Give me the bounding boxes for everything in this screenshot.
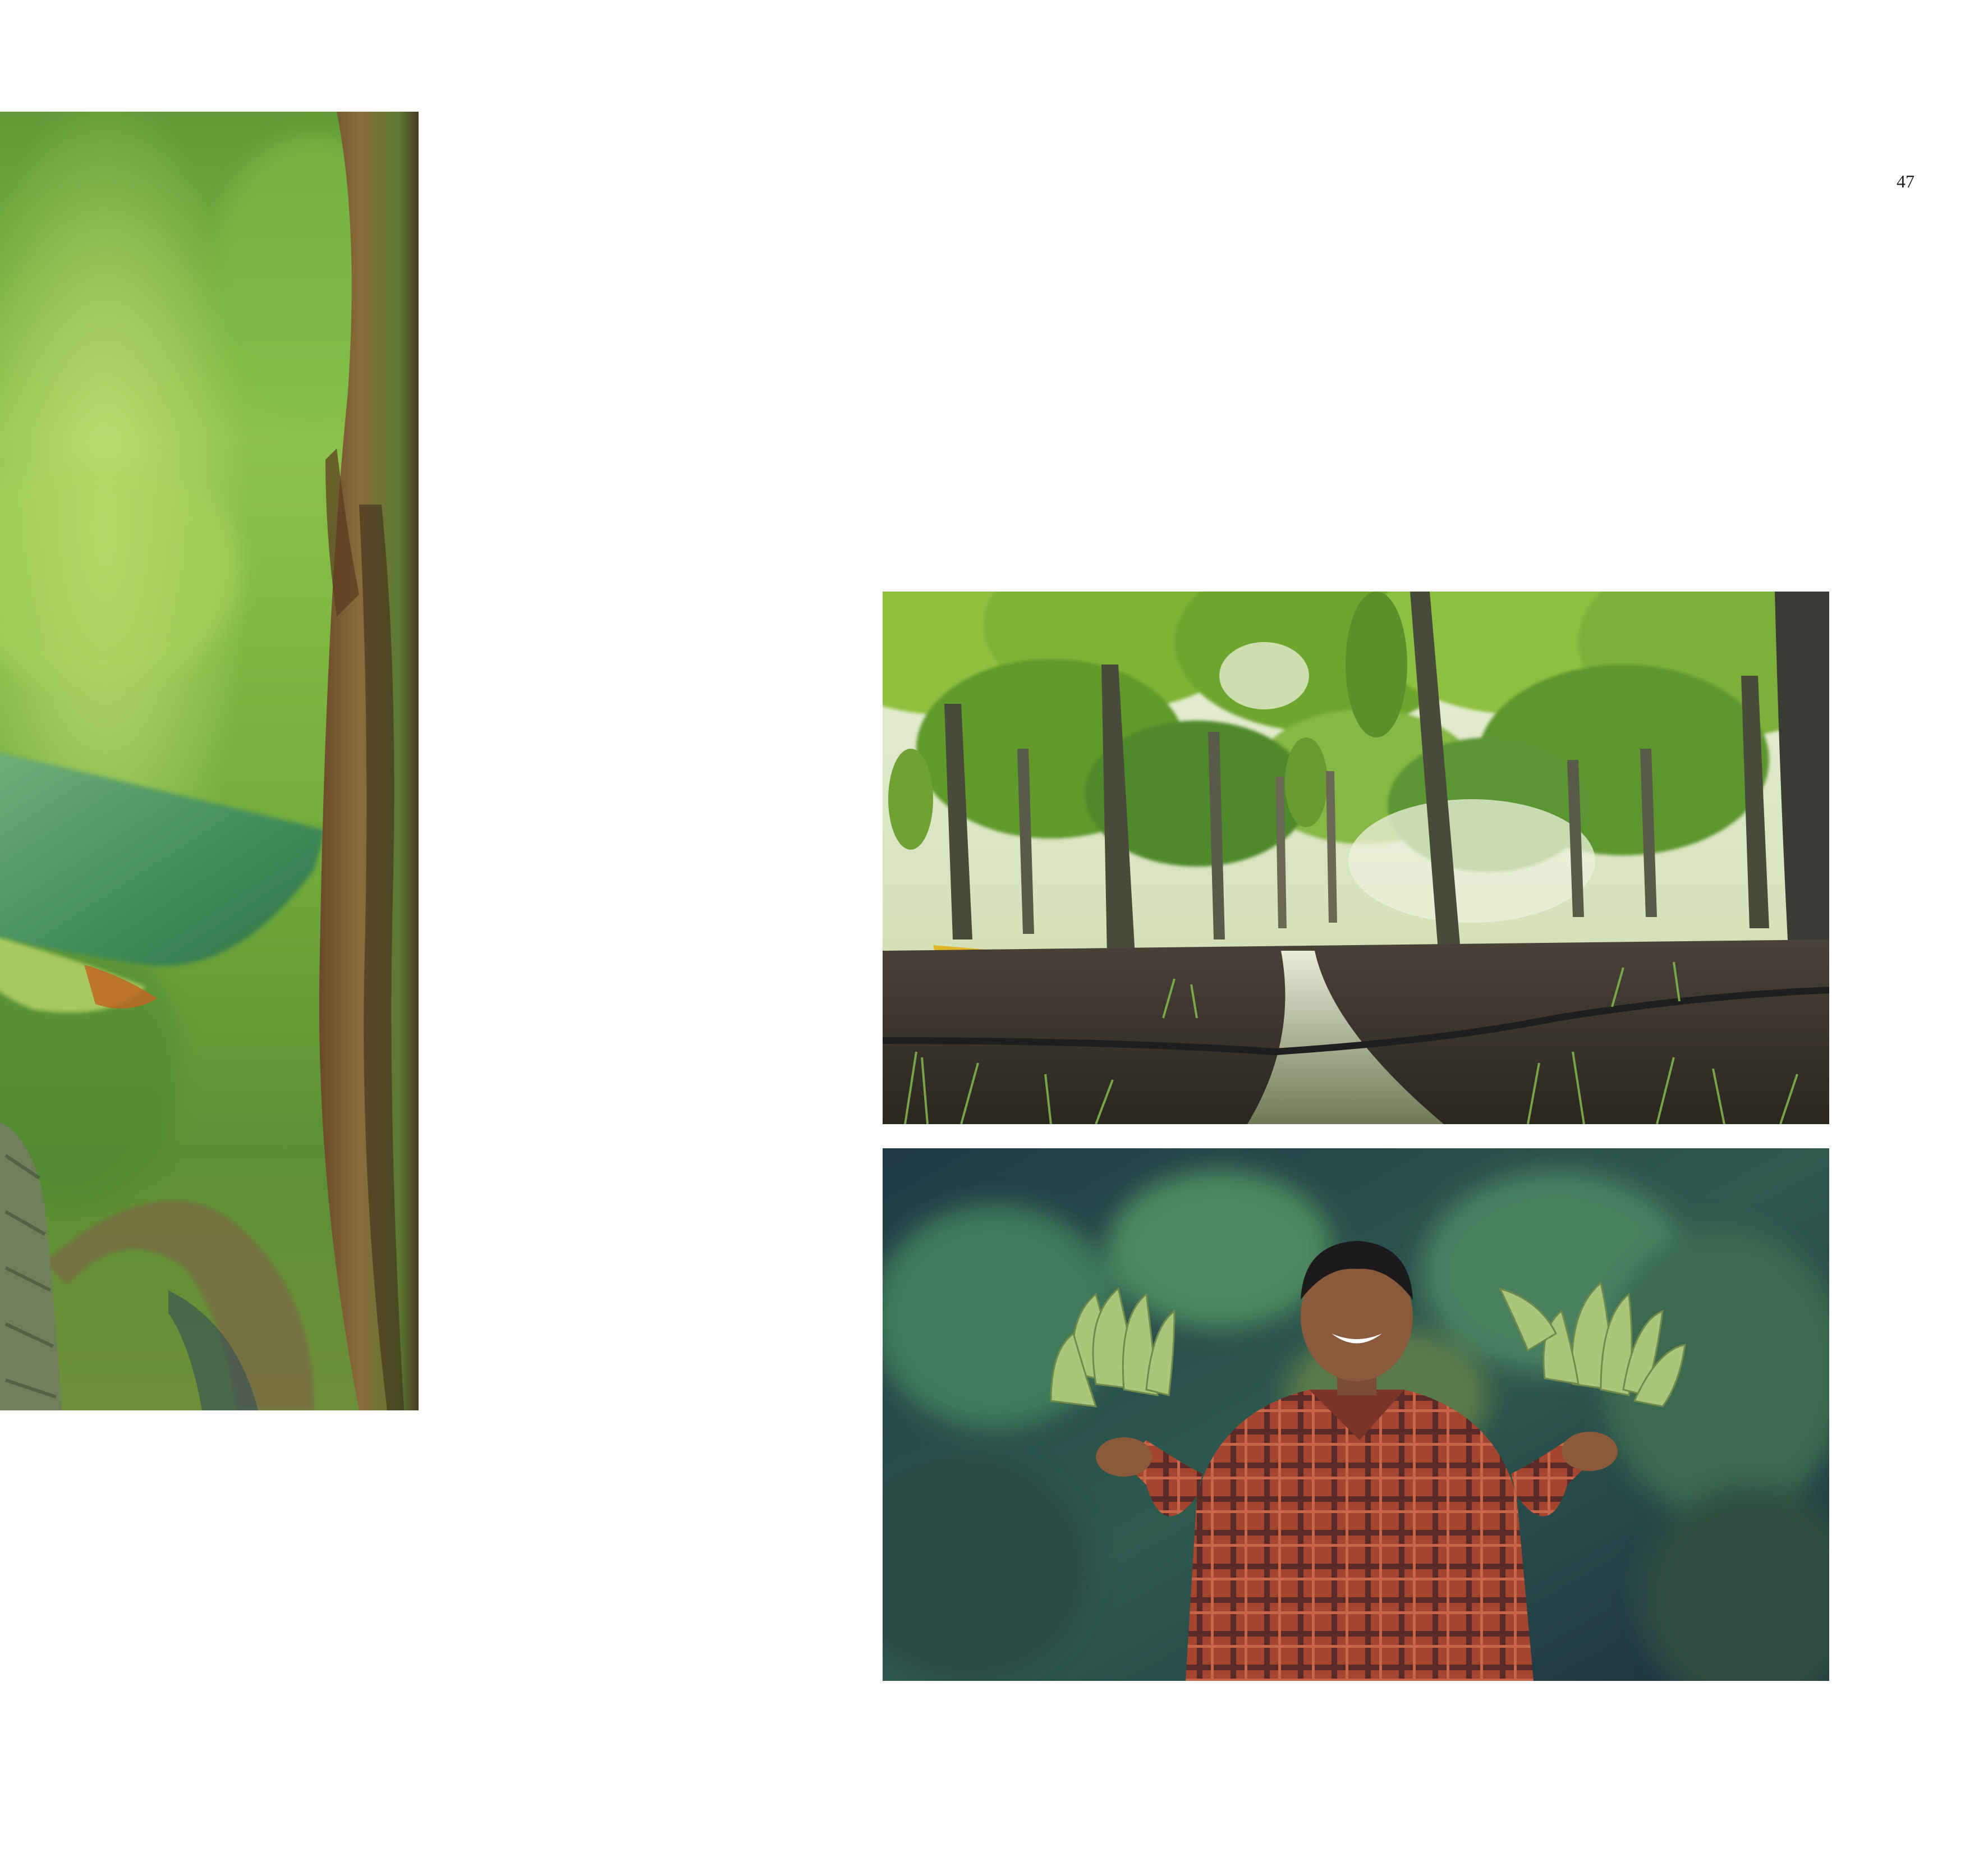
page-number: 47 [1897, 171, 1914, 191]
farmer-with-bananas-photo [883, 1148, 1829, 1681]
banana-plantation-photo [883, 592, 1829, 1124]
banana-leaf-closeup-photo [0, 112, 419, 1410]
